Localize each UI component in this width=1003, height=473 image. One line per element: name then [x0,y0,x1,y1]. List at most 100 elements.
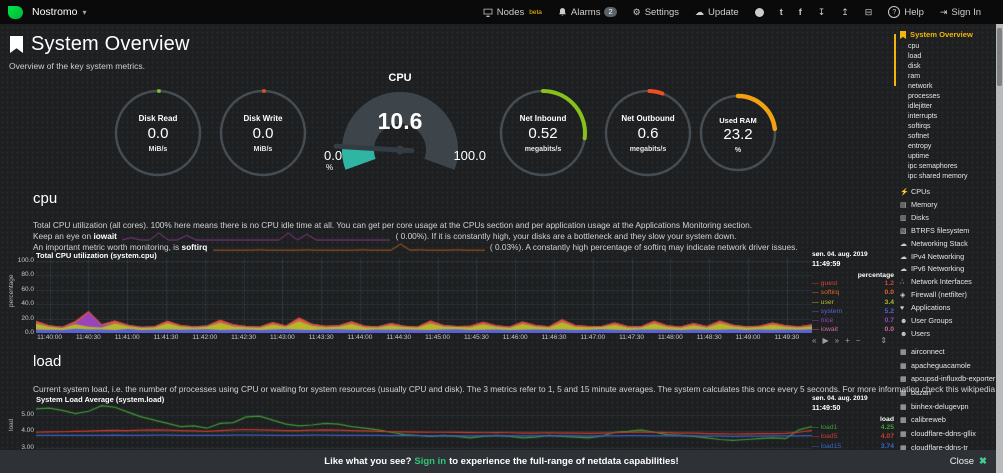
legend-row-guest[interactable]: — guest1.2 [812,279,894,288]
legend-row-load1[interactable]: — load14.25 [812,423,894,432]
page-scrollbar[interactable] [996,24,1003,473]
sidebar-item-disks[interactable]: ▥Disks [900,212,996,225]
sidebar-subitem-uptime[interactable]: uptime [908,152,996,162]
sidebar-item-label: Users [911,329,930,338]
sidebar-subitem-softirqs[interactable]: softirqs [908,122,996,132]
sidebar-item-apcupsd-influxdb-exporter[interactable]: ▦apcupsd-influxdb-exporter [900,374,996,385]
settings-button[interactable]: ⚙ Settings [633,7,679,18]
sidebar-item-apacheguacamole[interactable]: ▦apacheguacamole [900,361,996,372]
sidebar-subitem-disk[interactable]: disk [908,62,996,72]
gauge-net-inbound[interactable]: Net Inbound 0.52 megabits/s [498,88,588,178]
signin-button[interactable]: ⇥ Sign In [940,7,981,18]
legend-row-iowait[interactable]: — iowait0.0 [812,325,894,334]
update-button[interactable]: ☁ Update [695,7,739,18]
sidebar-subitem-ram[interactable]: ram [908,72,996,82]
sidebar-item-btrfs-filesystem[interactable]: ▧BTRFS filesystem [900,225,996,238]
sidebar-subitem-cpu[interactable]: cpu [908,42,996,52]
legend-series-name: — guest [812,279,837,288]
sidebar-item-ipv4-networking[interactable]: ☁IPv4 Networking [900,251,996,264]
load-chart-canvas[interactable] [36,404,812,450]
sidebar-item-airconnect[interactable]: ▦airconnect [900,347,996,358]
legend-row-softirq[interactable]: — softirq0.0 [812,288,894,297]
sidebar-item-label: Networking Stack [911,239,968,248]
sidebar-subitem-processes[interactable]: processes [908,92,996,102]
sidebar-subitem-ipc-shared-memory[interactable]: ipc shared memory [908,172,996,182]
signin-arrow-icon: ⇥ [940,7,948,18]
chevron-down-icon: ▾ [83,8,87,17]
print-button[interactable]: ⊟ [865,7,873,18]
import-button[interactable]: ↥ [841,7,849,18]
resize-button[interactable]: ⇕ [880,336,887,345]
footer-signin-link[interactable]: Sign in [414,456,446,467]
bookmark-icon [10,36,23,53]
play-button[interactable]: ▶ [822,336,828,345]
legend-row-user[interactable]: — user3.4 [812,298,894,307]
sidebar-item-network-interfaces[interactable]: ∴Network Interfaces [900,276,996,289]
scrollbar-thumb[interactable] [997,28,1002,86]
sidebar-item-users[interactable]: ☻Users [900,328,996,341]
github-button[interactable] [755,8,764,17]
heart-icon: ♥ [900,303,911,315]
gauge-used-ram[interactable]: Used RAM 23.2 % [698,93,778,173]
legend-row-nice[interactable]: — nice0.7 [812,316,894,325]
close-button[interactable]: Close ✖ [950,450,987,473]
y-tick-label: 5.00 [8,411,34,418]
cloud-icon: ☁ [900,252,911,264]
zoom-out-button[interactable]: − [856,336,861,345]
sidebar-subitem-load[interactable]: load [908,52,996,62]
netdata-brand[interactable]: Nostromo ▾ [8,6,87,19]
y-tick-label: 4.00 [8,427,34,434]
sidebar-subitem-entropy[interactable]: entropy [908,142,996,152]
sidebar-menu: System Overview cpuloaddiskramnetworkpro… [900,30,996,456]
gauge-value: 0.0 [218,125,308,142]
sidebar-item-ipv6-networking[interactable]: ☁IPv6 Networking [900,263,996,276]
legend-series-value: 5.2 [885,307,894,316]
github-icon [755,8,764,17]
sidebar-subitem-network[interactable]: network [908,82,996,92]
sidebar-item-system-overview[interactable]: System Overview [900,30,996,39]
sidebar-item-calibreweb[interactable]: ▦calibreweb [900,415,996,426]
cloud-icon: ☁ [900,239,911,251]
sidebar-subitem-softnet[interactable]: softnet [908,132,996,142]
gauge-net-outbound[interactable]: Net Outbound 0.6 megabits/s [603,88,693,178]
x-tick-label: 11:44:00 [340,334,380,341]
sidebar-subitem-idlejitter[interactable]: idlejitter [908,102,996,112]
sidebar-item-firewall-netfilter-[interactable]: ◈Firewall (netfilter) [900,289,996,302]
legend-row-system[interactable]: — system5.2 [812,307,894,316]
zoom-in-button[interactable]: + [845,336,850,345]
x-tick-label: 11:47:00 [573,334,613,341]
y-tick-label: 80.0 [8,271,34,278]
sidebar-item-cpus[interactable]: ⚡CPUs [900,186,996,199]
sidebar-item-networking-stack[interactable]: ☁Networking Stack [900,238,996,251]
pan-forward-button[interactable]: » [835,336,839,345]
legend-series-name: — softirq [812,288,839,297]
hostname[interactable]: Nostromo [32,6,78,18]
gauge-label: Net Inbound [498,114,588,123]
sidebar-item-bazarr[interactable]: ▦bazarr [900,388,996,399]
sidebar-subitem-ipc-semaphores[interactable]: ipc semaphores [908,162,996,172]
sidebar-item-binhex-delugevpn[interactable]: ▦binhex-delugevpn [900,402,996,413]
gauge-disk-write[interactable]: Disk Write 0.0 MiB/s [218,88,308,178]
folder-icon: ▧ [900,226,911,238]
gauge-cpu[interactable]: CPU 10.6 0.0 100.0 % [318,72,482,180]
legend-unit: percentage [812,272,894,279]
question-icon: ? [888,6,900,18]
legend-date: søn. 04. aug. 2019 [812,395,894,402]
legend-row-load5[interactable]: — load54.07 [812,432,894,441]
sidebar-item-label: Firewall (netfilter) [911,290,967,299]
legend-series-name: — user [812,298,834,307]
gauge-disk-read[interactable]: Disk Read 0.0 MiB/s [113,88,203,178]
alarms-button[interactable]: Alarms 2 [558,7,617,18]
export-button[interactable]: ↧ [818,7,826,18]
nodes-button[interactable]: Nodesbeta [483,7,542,18]
sidebar-item-user-groups[interactable]: ☻User Groups [900,315,996,328]
cpu-chart-canvas[interactable] [36,258,812,333]
sidebar-item-memory[interactable]: ▤Memory [900,199,996,212]
sidebar-item-cloudflare-ddns-gllix[interactable]: ▦cloudflare-ddns-gllix [900,429,996,440]
twitter-button[interactable]: t [780,7,783,17]
sidebar-subitem-interrupts[interactable]: interrupts [908,112,996,122]
facebook-button[interactable]: f [799,7,802,17]
help-button[interactable]: ? Help [888,6,924,18]
sidebar-item-applications[interactable]: ♥Applications [900,302,996,315]
pan-backward-button[interactable]: « [812,336,816,345]
